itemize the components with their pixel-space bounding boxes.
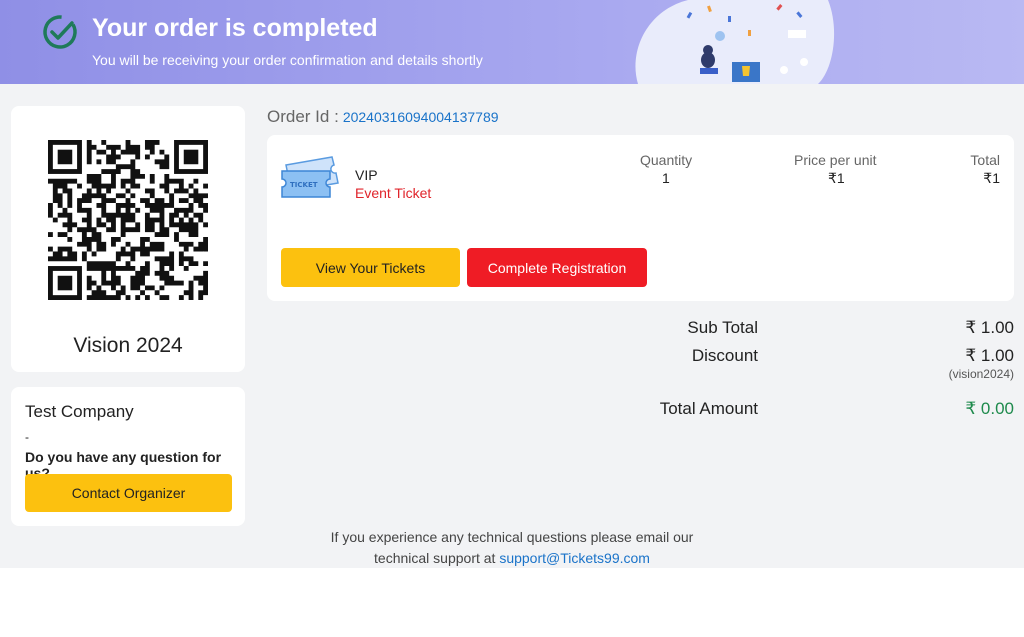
qr-code — [48, 140, 208, 300]
contact-organizer-button[interactable]: Contact Organizer — [25, 474, 232, 512]
subtotal-value: ₹ 1.00 — [965, 318, 1014, 337]
order-id: Order Id :20240316094004137789 — [267, 107, 499, 127]
support-text-line2: technical support at support@Tickets99.c… — [300, 548, 724, 569]
organizer-detail: - — [25, 430, 29, 444]
organizer-card: Test Company - Do you have any question … — [11, 387, 245, 526]
view-tickets-button[interactable]: View Your Tickets — [281, 248, 460, 287]
total-amount-value: ₹ 0.00 — [965, 399, 1014, 418]
order-id-label: Order Id : — [267, 107, 339, 126]
quantity-header: Quantity — [640, 152, 693, 168]
celebration-illustration — [635, 0, 835, 84]
quantity-value: 1 — [662, 170, 670, 186]
ticket-type: VIP — [355, 167, 378, 183]
complete-registration-button[interactable]: Complete Registration — [467, 248, 647, 287]
banner-title: Your order is completed — [92, 14, 378, 42]
ticket-kind: Event Ticket — [355, 185, 432, 201]
svg-text:TICKET: TICKET — [290, 181, 318, 189]
ticket-card: TICKET VIP Event Ticket Quantity 1 Price… — [267, 135, 1014, 301]
total-amount-label: Total Amount — [659, 399, 758, 418]
organizer-name: Test Company — [25, 402, 134, 421]
total-header: Total — [970, 152, 1000, 168]
discount-label: Discount — [691, 346, 758, 365]
total-value: ₹1 — [983, 170, 1000, 186]
order-complete-page: Your order is completed You will be rece… — [0, 0, 1024, 568]
check-circle-icon — [43, 15, 77, 49]
banner-subtitle: You will be receiving your order confirm… — [92, 52, 483, 68]
order-banner: Your order is completed You will be rece… — [0, 0, 1024, 84]
discount-value: ₹ 1.00 — [965, 346, 1014, 365]
order-id-value: 20240316094004137789 — [342, 109, 499, 125]
event-qr-card: Vision 2024 — [11, 106, 245, 372]
price-value: ₹1 — [828, 170, 845, 186]
support-footer: If you experience any technical question… — [300, 527, 724, 569]
price-header: Price per unit — [794, 152, 877, 168]
discount-code: (vision2024) — [948, 367, 1014, 381]
support-text-prefix: technical support at — [374, 550, 496, 566]
ticket-icon: TICKET — [281, 156, 339, 198]
subtotal-label: Sub Total — [687, 318, 758, 337]
event-name: Vision 2024 — [73, 334, 183, 357]
support-text-line1: If you experience any technical question… — [330, 529, 694, 545]
support-email-link[interactable]: support@Tickets99.com — [499, 550, 650, 566]
